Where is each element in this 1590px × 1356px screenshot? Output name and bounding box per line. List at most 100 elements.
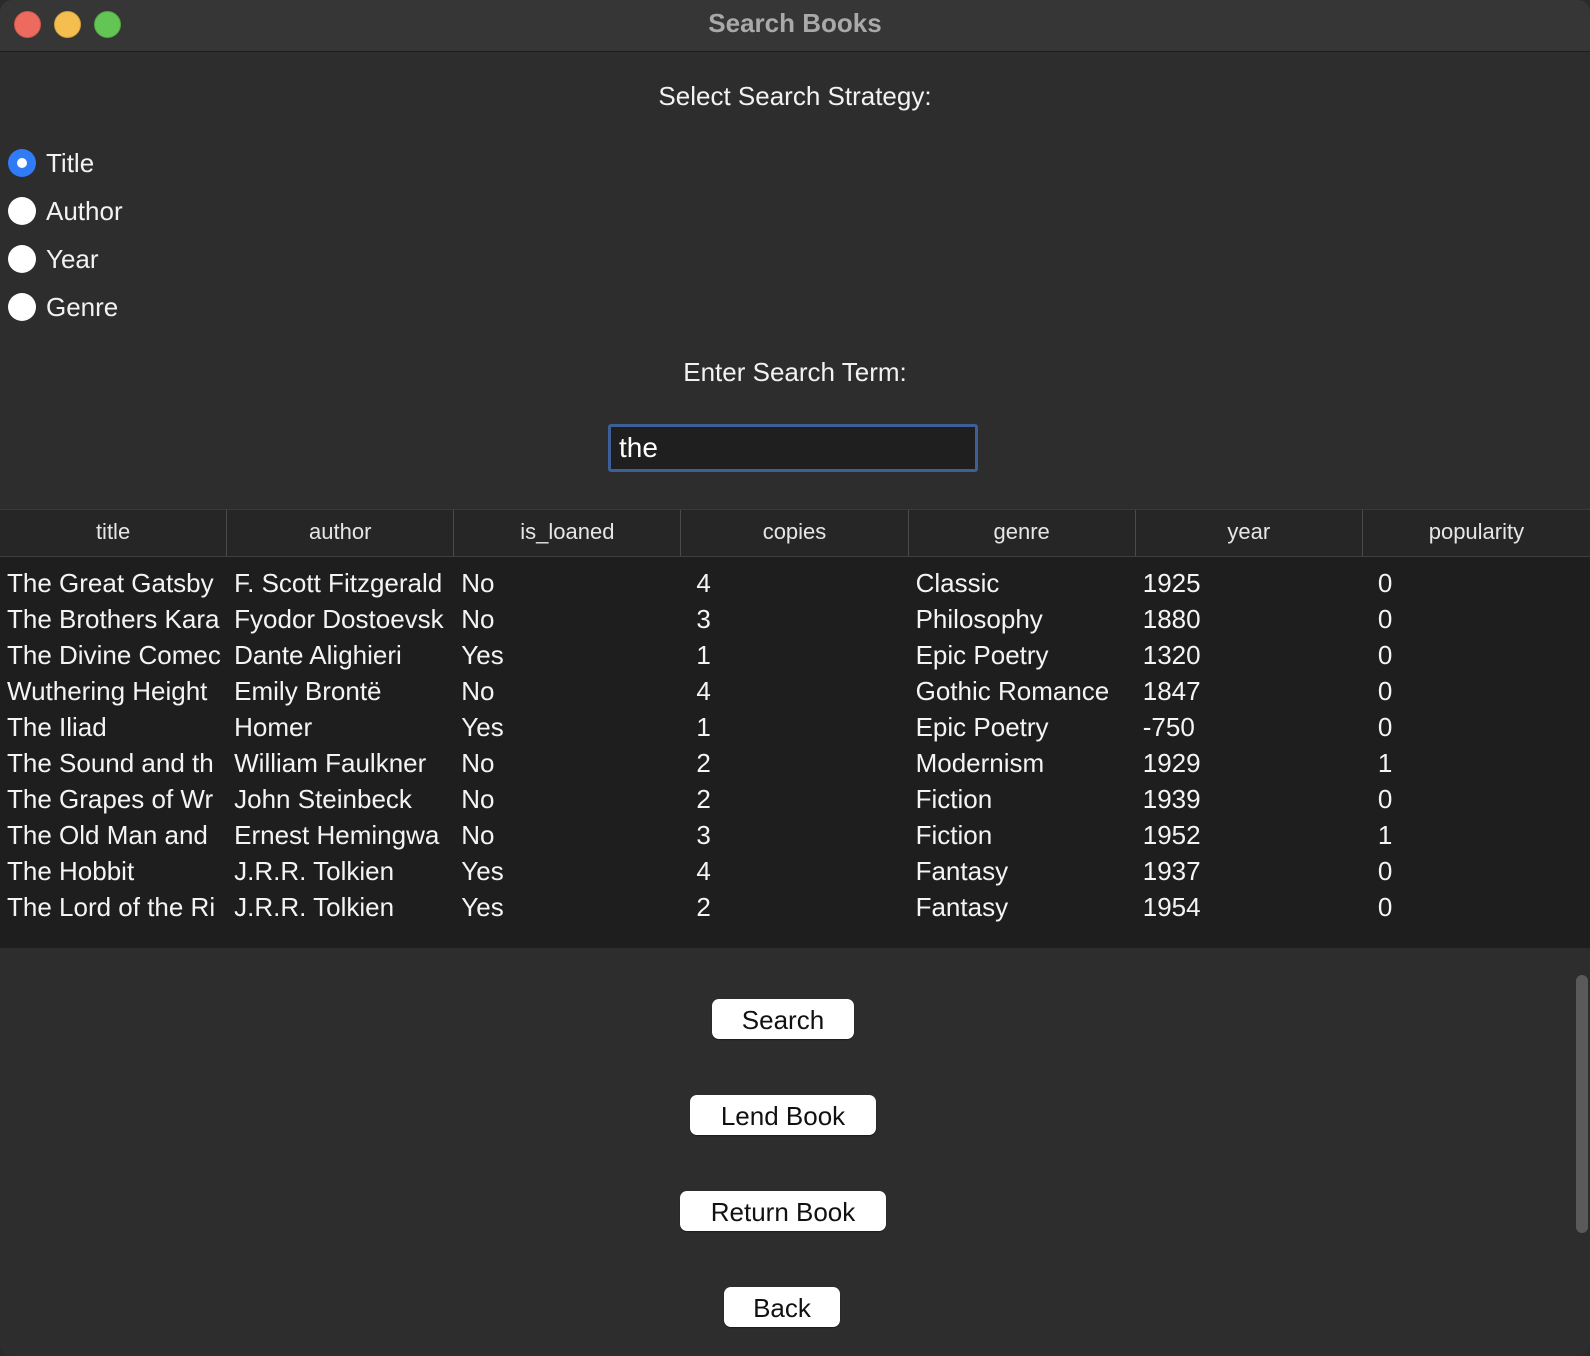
cell-popularity: 0 [1377, 675, 1393, 706]
search-button[interactable]: Search [712, 999, 854, 1039]
cell-is-loaned: Yes [461, 891, 504, 922]
table-body: The Great Gatsby F. Scott Fitzgerald No 4 Cl… [0, 565, 1590, 925]
radio-option-genre[interactable]: Genre [8, 290, 118, 324]
cell-author: Dante Alighieri [234, 639, 402, 670]
cell-author: Emily Brontë [234, 675, 382, 706]
cell-is-loaned: Yes [461, 639, 504, 670]
results-table[interactable]: title author is_loaned copies genre year… [0, 509, 1590, 948]
cell-author: William Faulkner [234, 747, 427, 778]
cell-author: F. Scott Fitzgerald [234, 567, 443, 598]
table-row[interactable]: The Great Gatsby F. Scott Fitzgerald No 4 Cl… [0, 565, 1590, 601]
column-header-genre[interactable]: genre [909, 510, 1136, 556]
cell-author: J.R.R. Tolkien [234, 855, 395, 886]
cell-is-loaned: No [461, 567, 495, 598]
return-book-button[interactable]: Return Book [680, 1191, 886, 1231]
cell-is-loaned: Yes [461, 711, 504, 742]
cell-popularity: 0 [1377, 603, 1393, 634]
cell-copies: 2 [696, 747, 711, 778]
cell-title: The Iliad [7, 711, 107, 742]
cell-author: Homer [234, 711, 313, 742]
table-header: title author is_loaned copies genre year… [0, 509, 1590, 557]
column-header-copies[interactable]: copies [681, 510, 909, 556]
cell-is-loaned: No [461, 819, 495, 850]
cell-copies: 4 [696, 855, 711, 886]
cell-author: Fyodor Dostoevsk [234, 603, 444, 634]
cell-copies: 3 [696, 603, 711, 634]
cell-genre: Epic Poetry [915, 639, 1049, 670]
cell-is-loaned: No [461, 783, 495, 814]
radio-button-author[interactable] [8, 197, 36, 225]
search-input[interactable] [608, 424, 978, 472]
radio-option-title[interactable]: Title [8, 146, 94, 180]
radio-label-genre: Genre [46, 291, 119, 322]
cell-title: The Brothers Kara [7, 603, 220, 634]
column-header-popularity[interactable]: popularity [1363, 510, 1590, 556]
cell-year: 1929 [1142, 747, 1201, 778]
cell-copies: 2 [696, 783, 711, 814]
cell-year: -750 [1142, 711, 1195, 742]
table-row[interactable]: The Lord of the Ri J.R.R. Tolkien Yes 2 Fant… [0, 889, 1590, 925]
cell-genre: Fiction [915, 783, 993, 814]
cell-year: 1952 [1142, 819, 1201, 850]
cell-copies: 3 [696, 819, 711, 850]
cell-year: 1925 [1142, 567, 1201, 598]
cell-title: The Sound and th [7, 747, 214, 778]
table-row[interactable]: The Hobbit J.R.R. Tolkien Yes 4 Fantasy 1937 0 [0, 853, 1590, 889]
radio-label-year: Year [46, 243, 99, 274]
cell-title: The Old Man and [7, 819, 208, 850]
cell-title: The Hobbit [7, 855, 135, 886]
table-row[interactable]: The Grapes of Wr John Steinbeck No 2 Fiction… [0, 781, 1590, 817]
vertical-scrollbar[interactable] [1576, 975, 1588, 1233]
cell-genre: Fiction [915, 819, 993, 850]
cell-is-loaned: No [461, 747, 495, 778]
radio-option-year[interactable]: Year [8, 242, 99, 276]
table-row[interactable]: The Brothers Kara Fyodor Dostoevsk No 3 Phil… [0, 601, 1590, 637]
table-row[interactable]: Wuthering Height Emily Brontë No 4 Gothic Ro… [0, 673, 1590, 709]
table-row[interactable]: The Old Man and Ernest Hemingwa No 3 Fiction… [0, 817, 1590, 853]
cell-copies: 1 [696, 711, 711, 742]
cell-genre: Classic [915, 567, 1000, 598]
cell-author: J.R.R. Tolkien [234, 891, 395, 922]
cell-title: The Divine Comec [7, 639, 221, 670]
title-bar: Search Books [0, 0, 1590, 52]
table-row[interactable]: The Divine Comec Dante Alighieri Yes 1 Epic … [0, 637, 1590, 673]
radio-label-author: Author [46, 195, 123, 226]
cell-genre: Fantasy [915, 855, 1009, 886]
window-title: Search Books [708, 8, 882, 38]
cell-is-loaned: No [461, 675, 495, 706]
radio-option-author[interactable]: Author [8, 194, 123, 228]
radio-button-year[interactable] [8, 245, 36, 273]
cell-copies: 2 [696, 891, 711, 922]
cell-genre: Epic Poetry [915, 711, 1049, 742]
cell-year: 1320 [1142, 639, 1201, 670]
column-header-year[interactable]: year [1136, 510, 1363, 556]
lend-book-button[interactable]: Lend Book [690, 1095, 876, 1135]
cell-popularity: 1 [1377, 747, 1393, 778]
radio-button-genre[interactable] [8, 293, 36, 321]
cell-title: Wuthering Height [7, 675, 208, 706]
cell-year: 1880 [1142, 603, 1201, 634]
cell-popularity: 0 [1377, 891, 1393, 922]
cell-popularity: 1 [1377, 819, 1393, 850]
cell-popularity: 0 [1377, 855, 1393, 886]
table-row[interactable]: The Sound and th William Faulkner No 2 Moder… [0, 745, 1590, 781]
cell-popularity: 0 [1377, 639, 1393, 670]
cell-copies: 1 [696, 639, 711, 670]
search-books-window: Search Books Select Search Strategy: Tit… [0, 0, 1590, 1356]
cell-genre: Gothic Romance [915, 675, 1110, 706]
search-term-label: Enter Search Term: [683, 357, 907, 387]
column-header-is-loaned[interactable]: is_loaned [454, 510, 682, 556]
cell-copies: 4 [696, 567, 711, 598]
back-button[interactable]: Back [724, 1287, 840, 1327]
cell-author: John Steinbeck [234, 783, 412, 814]
strategy-label: Select Search Strategy: [658, 81, 932, 111]
column-header-title[interactable]: title [0, 510, 228, 556]
radio-label-title: Title [46, 147, 95, 178]
cell-genre: Fantasy [915, 891, 1009, 922]
column-header-author[interactable]: author [227, 510, 455, 556]
cell-popularity: 0 [1377, 783, 1393, 814]
table-row[interactable]: The Iliad Homer Yes 1 Epic Poetry -750 0 [0, 709, 1590, 745]
cell-year: 1954 [1142, 891, 1201, 922]
radio-button-title[interactable] [8, 149, 36, 177]
cell-popularity: 0 [1377, 567, 1393, 598]
